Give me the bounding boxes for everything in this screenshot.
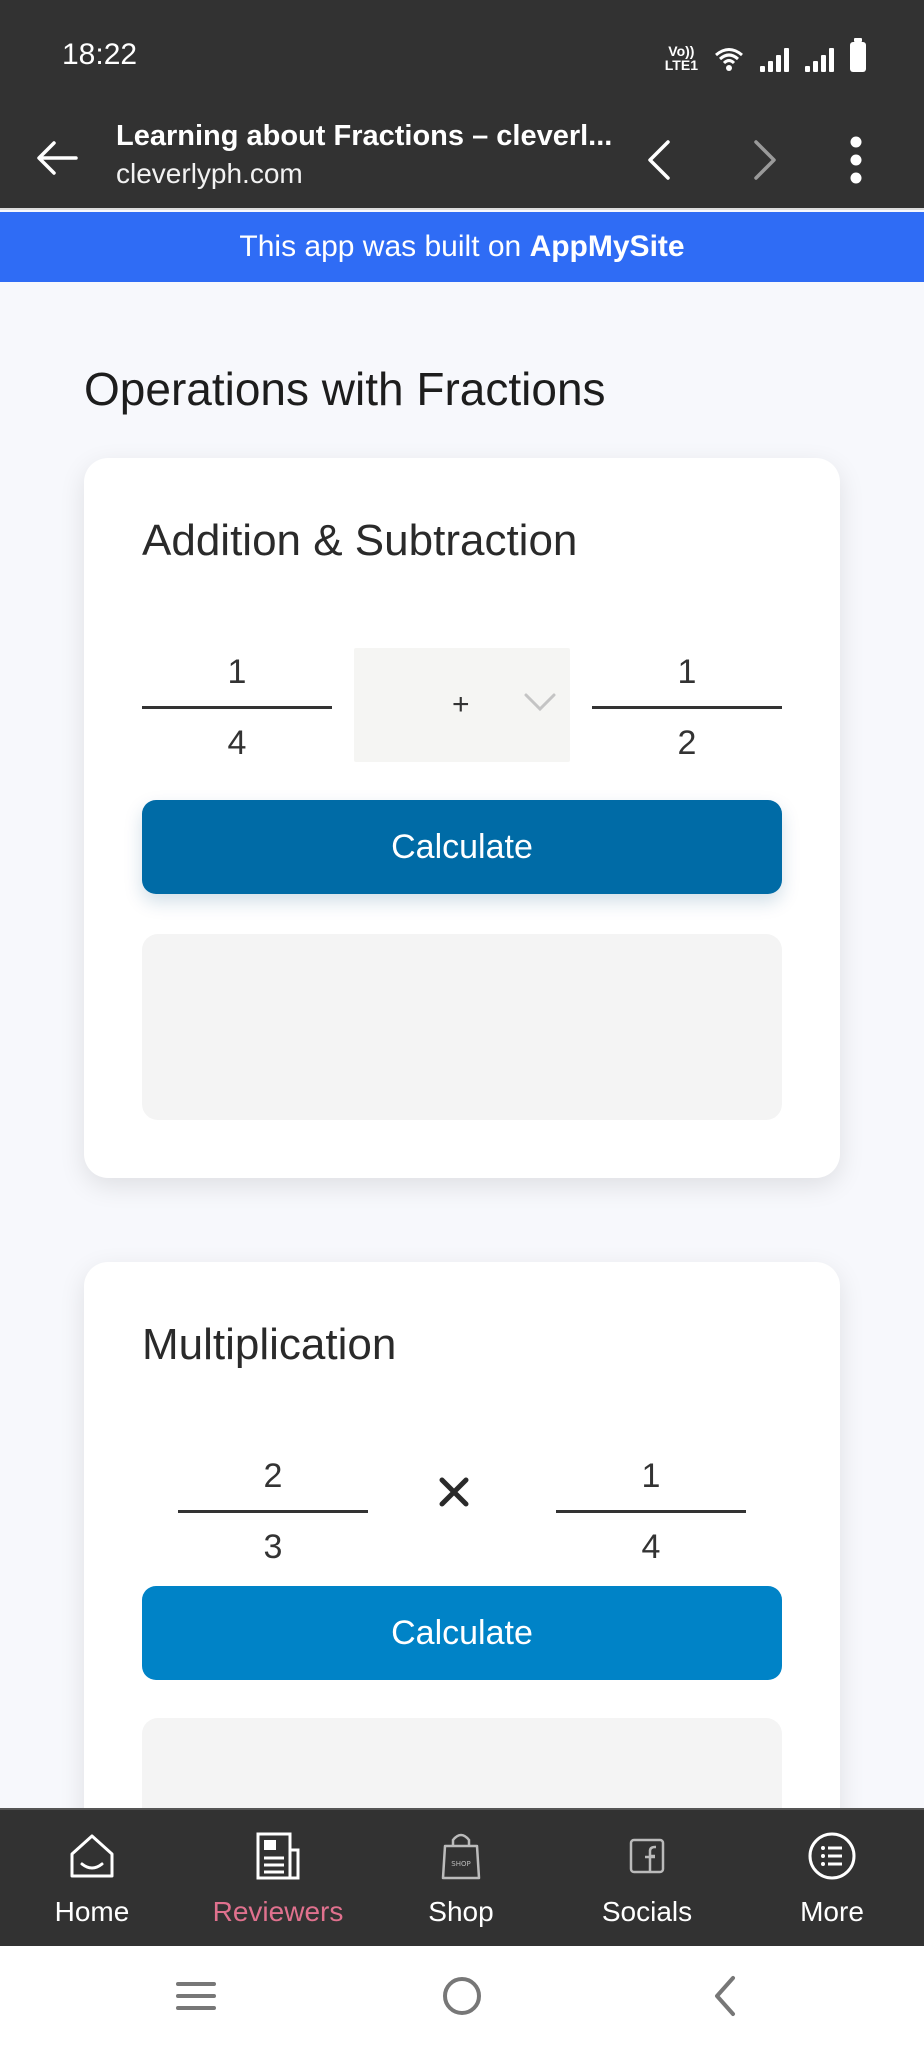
right-fraction: 1 4	[556, 1446, 746, 1577]
recents-icon[interactable]	[156, 1964, 236, 2028]
right-fraction: 1 2	[592, 642, 782, 773]
volte-indicator: Vo)) LTE1	[664, 43, 698, 73]
home-circle-icon[interactable]	[422, 1964, 502, 2028]
arrow-left-icon[interactable]	[30, 130, 86, 186]
newspaper-icon	[256, 1832, 300, 1880]
nav-item-socials[interactable]: Socials	[572, 1810, 722, 1948]
page-content: Operations with Fractions Addition & Sub…	[0, 282, 924, 1808]
browser-toolbar: Learning about Fractions – cleverl... cl…	[0, 110, 924, 210]
more-vert-icon[interactable]	[836, 130, 876, 190]
fraction-bar	[556, 1510, 746, 1513]
nav-item-home[interactable]: Home	[17, 1810, 167, 1948]
chevron-right-icon[interactable]	[744, 132, 788, 188]
wifi-icon	[715, 48, 743, 71]
nav-item-more[interactable]: More	[757, 1810, 907, 1948]
left-fraction: 2 3	[178, 1446, 368, 1577]
card-title: Addition & Subtraction	[142, 516, 578, 565]
nav-label: Reviewers	[212, 1896, 344, 1927]
chevron-left-icon[interactable]	[636, 132, 680, 188]
numerator-input[interactable]: 1	[592, 642, 782, 702]
appmysite-banner[interactable]: This app was built on AppMySite	[0, 212, 924, 282]
result-box	[142, 934, 782, 1120]
nav-item-reviewers[interactable]: Reviewers	[203, 1810, 353, 1948]
calculate-button[interactable]: Calculate	[142, 1586, 782, 1680]
nav-label: Home	[54, 1896, 130, 1927]
fraction-bar	[178, 1510, 368, 1513]
nav-label: Shop	[428, 1896, 494, 1927]
back-chevron-icon[interactable]	[686, 1964, 766, 2028]
denominator-input[interactable]: 4	[556, 1517, 746, 1577]
status-icons: Vo)) LTE1	[665, 38, 866, 72]
shop-bag-icon: SHOP	[441, 1833, 481, 1880]
denominator-input[interactable]: 2	[592, 713, 782, 773]
home-icon	[70, 1834, 114, 1878]
card-title: Multiplication	[142, 1320, 397, 1369]
page-heading: Operations with Fractions	[84, 363, 606, 415]
system-nav-bar	[0, 1946, 924, 2046]
banner-brand: AppMySite	[529, 230, 685, 263]
denominator-input[interactable]: 4	[142, 713, 332, 773]
status-time: 18:22	[62, 38, 138, 71]
numerator-input[interactable]: 1	[142, 642, 332, 702]
signal-icon-2	[805, 48, 834, 72]
nav-label: More	[800, 1896, 864, 1927]
result-box	[142, 1718, 782, 1808]
operator-value: +	[452, 688, 470, 721]
numerator-input[interactable]: 1	[556, 1446, 746, 1506]
list-icon	[808, 1832, 856, 1880]
nav-item-shop[interactable]: SHOP Shop	[386, 1810, 536, 1948]
status-bar: 18:22 Vo)) LTE1	[0, 0, 924, 110]
banner-text: This app was built on	[239, 230, 530, 263]
numerator-input[interactable]: 2	[178, 1446, 368, 1506]
signal-icon	[760, 48, 789, 72]
bottom-nav: Home Reviewers SHOP Shop Socials More	[0, 1808, 924, 1946]
page-url: cleverlyph.com	[116, 158, 303, 189]
fraction-bar	[592, 706, 782, 709]
operator-select[interactable]: +	[354, 648, 570, 762]
multiply-icon	[439, 1477, 469, 1507]
facebook-icon	[629, 1838, 665, 1874]
nav-label: Socials	[601, 1896, 693, 1927]
addition-subtraction-card: Addition & Subtraction 1 4 + 1 2 Calcula…	[84, 458, 840, 1178]
battery-icon	[850, 38, 866, 72]
calculate-button[interactable]: Calculate	[142, 800, 782, 894]
multiplication-card: Multiplication 2 3 1 4 Calculate	[84, 1262, 840, 1808]
denominator-input[interactable]: 3	[178, 1517, 368, 1577]
svg-text:SHOP: SHOP	[451, 1860, 470, 1868]
page-title-bar: Learning about Fractions – cleverl...	[116, 120, 613, 152]
left-fraction: 1 4	[142, 642, 332, 773]
fraction-bar	[142, 706, 332, 709]
chevron-down-icon	[524, 693, 556, 712]
